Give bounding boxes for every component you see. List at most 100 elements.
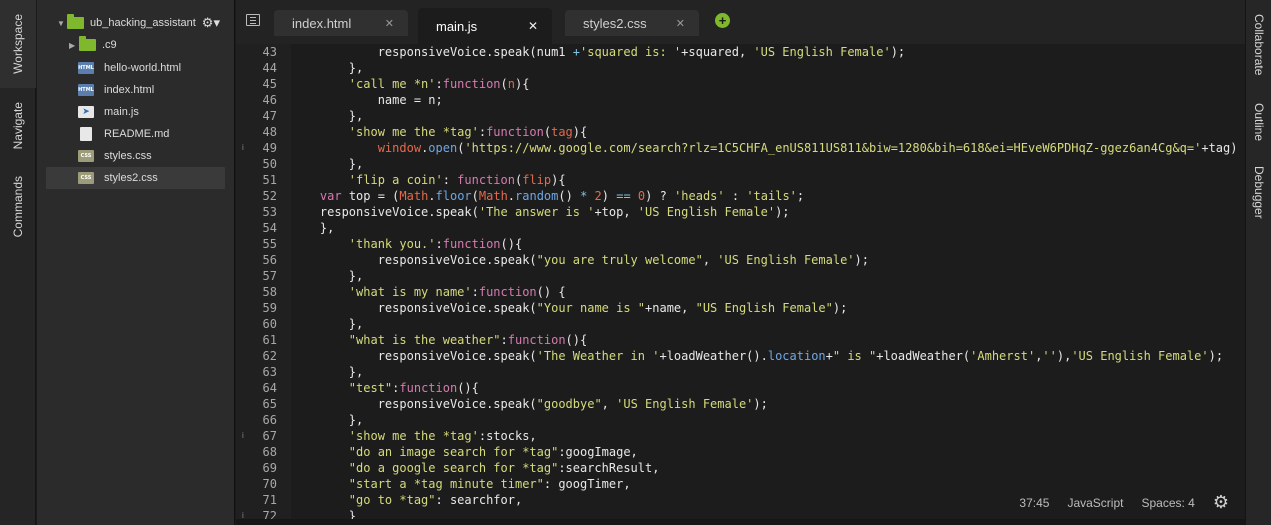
code-line[interactable]: responsiveVoice.speak('The answer is '+t… xyxy=(291,204,790,220)
code-line[interactable]: "do a google search for *tag":searchResu… xyxy=(291,460,660,476)
warning-icon[interactable]: i xyxy=(242,428,248,444)
indent-setting[interactable]: Spaces: 4 xyxy=(1141,496,1194,510)
chevron-right-icon[interactable]: ▶ xyxy=(69,41,77,50)
line-number[interactable]: 50 xyxy=(237,156,277,172)
code-editor[interactable]: 43 44 45 46 47 48 49 i 50 51 52 53 54 55 56 57 58 59 60 61 6… xyxy=(236,44,1245,525)
tree-item-label: index.html xyxy=(104,84,155,96)
line-number[interactable]: 64 xyxy=(237,380,277,396)
code-line[interactable]: responsiveVoice.speak('The Weather in '+… xyxy=(291,348,1223,364)
code-line[interactable]: 'thank you.':function(){ xyxy=(291,236,522,252)
tree-item-hello-world-html[interactable]: HTML hello-world.html xyxy=(78,57,181,79)
tab-outline[interactable]: Outline xyxy=(1246,92,1271,152)
line-number[interactable]: 44 xyxy=(237,60,277,76)
code-line[interactable]: }, xyxy=(291,364,363,380)
chevron-down-icon[interactable]: ▼ xyxy=(57,19,65,28)
line-number[interactable]: 51 xyxy=(237,172,277,188)
code-line[interactable]: name = n; xyxy=(291,92,443,108)
line-number[interactable]: 46 xyxy=(237,92,277,108)
status-bar: 37:45 JavaScript Spaces: 4 ⚙ xyxy=(1019,492,1245,513)
line-number[interactable]: 58 xyxy=(237,284,277,300)
line-number[interactable]: 55 xyxy=(237,236,277,252)
line-number[interactable]: 71 xyxy=(237,492,277,508)
code-line[interactable]: responsiveVoice.speak(num1 +'squared is:… xyxy=(291,44,905,60)
code-line[interactable]: 'show me the *tag':stocks, xyxy=(291,428,537,444)
close-icon[interactable]: ✕ xyxy=(528,19,538,33)
line-number[interactable]: 59 xyxy=(237,300,277,316)
line-number[interactable]: 66 xyxy=(237,412,277,428)
code-line[interactable]: 'show me the *tag':function(tag){ xyxy=(291,124,587,140)
line-number[interactable]: 54 xyxy=(237,220,277,236)
tab-workspace[interactable]: Workspace xyxy=(0,0,36,88)
code-line[interactable]: 'flip a coin': function(flip){ xyxy=(291,172,566,188)
tab-commands[interactable]: Commands xyxy=(0,164,36,250)
line-number[interactable]: 68 xyxy=(237,444,277,460)
line-number[interactable]: 60 xyxy=(237,316,277,332)
tree-item-styles-css[interactable]: CSS styles.css xyxy=(78,145,152,167)
tree-item-index-html[interactable]: HTML index.html xyxy=(78,79,154,101)
line-number[interactable]: 63 xyxy=(237,364,277,380)
tab-label: index.html xyxy=(292,15,352,31)
tab-index-html[interactable]: index.html ✕ xyxy=(274,10,408,36)
code-line[interactable]: }, xyxy=(291,316,363,332)
close-icon[interactable]: ✕ xyxy=(385,17,394,30)
tree-item-styles2-css[interactable]: CSS styles2.css xyxy=(46,167,225,189)
line-number[interactable]: 53 xyxy=(237,204,277,220)
code-line[interactable]: }, xyxy=(291,108,363,124)
line-number[interactable]: 61 xyxy=(237,332,277,348)
tab-outline-label: Outline xyxy=(1252,102,1266,142)
tab-navigate[interactable]: Navigate xyxy=(0,88,36,164)
code-line[interactable]: "do an image search for *tag":googImage, xyxy=(291,444,638,460)
tab-main-js[interactable]: main.js ✕ xyxy=(418,8,552,44)
code-line[interactable]: }, xyxy=(291,60,363,76)
add-tab-button[interactable]: + xyxy=(715,13,730,28)
code-line[interactable]: }, xyxy=(291,268,363,284)
code-line[interactable]: responsiveVoice.speak("you are truly wel… xyxy=(291,252,869,268)
code-line[interactable]: 'call me *n':function(n){ xyxy=(291,76,530,92)
code-line[interactable]: }, xyxy=(291,220,334,236)
tab-collaborate[interactable]: Collaborate xyxy=(1246,4,1271,86)
code-area[interactable]: responsiveVoice.speak(num1 +'squared is:… xyxy=(291,44,1245,525)
code-line[interactable]: 'what is my name':function() { xyxy=(291,284,566,300)
code-line[interactable]: "go to *tag": searchfor, xyxy=(291,492,522,508)
gear-icon[interactable]: ⚙▾ xyxy=(202,15,220,31)
line-number[interactable]: 69 xyxy=(237,460,277,476)
file-tree: ▼ ub_hacking_assistant ⚙▾ ▶ .c9 HTML hel… xyxy=(37,0,235,525)
language-mode[interactable]: JavaScript xyxy=(1067,496,1123,510)
line-number[interactable]: 45 xyxy=(237,76,277,92)
line-number[interactable]: 43 xyxy=(237,44,277,60)
line-number[interactable]: 70 xyxy=(237,476,277,492)
line-number[interactable]: 48 xyxy=(237,124,277,140)
line-number[interactable]: 47 xyxy=(237,108,277,124)
warning-icon[interactable]: i xyxy=(242,140,248,156)
code-line[interactable]: "what is the weather":function(){ xyxy=(291,332,587,348)
tree-root[interactable]: ▼ ub_hacking_assistant ⚙▾ xyxy=(57,12,220,34)
tab-collaborate-label: Collaborate xyxy=(1252,14,1266,76)
tree-item-c9[interactable]: ▶ .c9 xyxy=(69,34,117,56)
tab-debugger[interactable]: Debugger xyxy=(1246,158,1271,226)
line-number[interactable]: 62 xyxy=(237,348,277,364)
close-icon[interactable]: ✕ xyxy=(676,17,685,30)
code-line[interactable]: responsiveVoice.speak("goodbye", 'US Eng… xyxy=(291,396,768,412)
folder-icon xyxy=(79,36,96,51)
gear-icon[interactable]: ⚙ xyxy=(1213,492,1229,513)
horizontal-scrollbar[interactable] xyxy=(236,519,1245,525)
code-line[interactable]: "test":function(){ xyxy=(291,380,479,396)
code-line[interactable]: "start a *tag minute timer": googTimer, xyxy=(291,476,631,492)
tab-styles2-css[interactable]: styles2.css ✕ xyxy=(565,10,699,36)
line-number[interactable]: 57 xyxy=(237,268,277,284)
cursor-position[interactable]: 37:45 xyxy=(1019,496,1049,510)
tree-item-main-js[interactable]: ➤ main.js xyxy=(78,101,139,123)
code-line[interactable]: }, xyxy=(291,156,363,172)
line-number[interactable]: 56 xyxy=(237,252,277,268)
code-line[interactable]: }, xyxy=(291,412,363,428)
tree-item-label: README.md xyxy=(104,128,170,140)
line-number[interactable]: 52 xyxy=(237,188,277,204)
panel-toggle-icon[interactable] xyxy=(246,14,260,26)
code-line[interactable]: responsiveVoice.speak("Your name is "+na… xyxy=(291,300,848,316)
tree-item-label: .c9 xyxy=(102,39,117,51)
html-file-icon: HTML xyxy=(78,84,94,96)
code-line[interactable]: window.open('https://www.google.com/sear… xyxy=(291,140,1238,156)
tree-item-readme-md[interactable]: README.md xyxy=(78,123,169,145)
line-number[interactable]: 65 xyxy=(237,396,277,412)
code-line[interactable]: var top = (Math.floor(Math.random() * 2)… xyxy=(291,188,804,204)
